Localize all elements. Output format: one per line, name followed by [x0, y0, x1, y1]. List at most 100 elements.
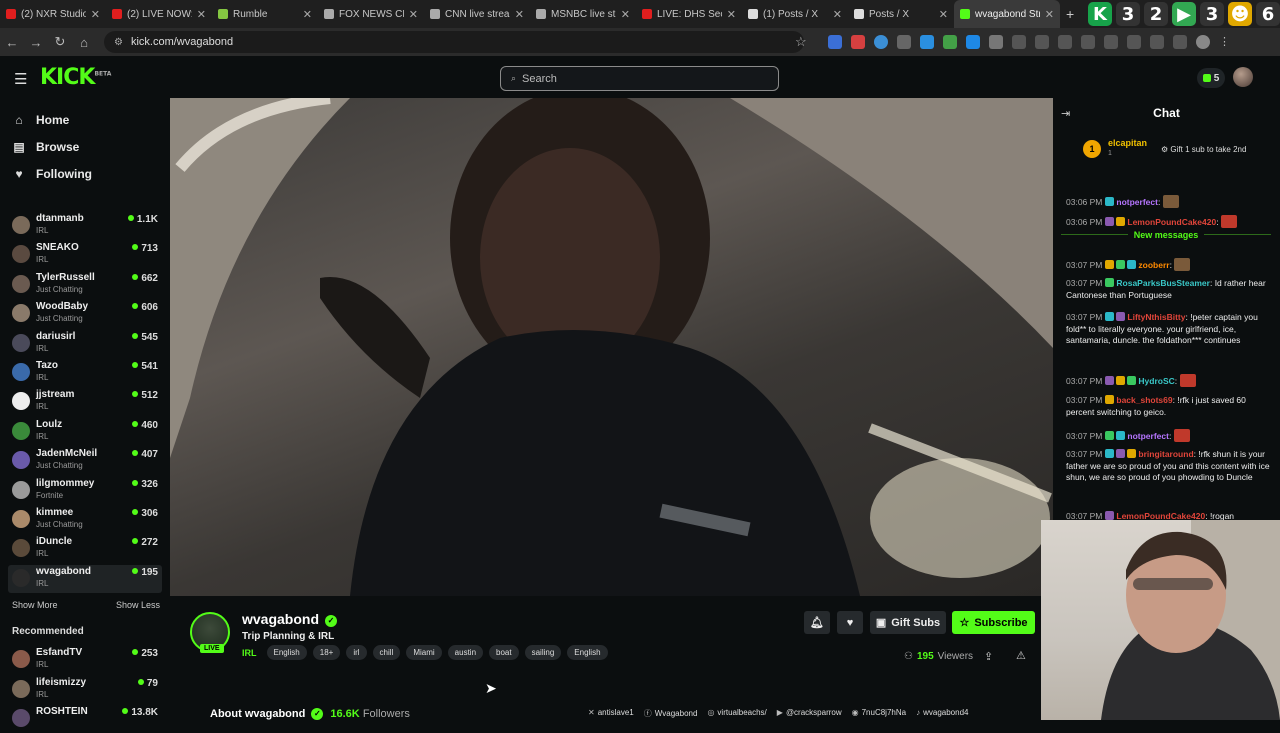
- profile-icon[interactable]: [1196, 35, 1210, 49]
- extension-icon[interactable]: [1012, 35, 1026, 49]
- browser-tab[interactable]: (1) Posts / X ✕: [742, 0, 848, 28]
- extension-icon[interactable]: [897, 35, 911, 49]
- tab-close-icon[interactable]: ✕: [515, 8, 524, 21]
- share-icon[interactable]: ⇪: [984, 650, 993, 663]
- nav-home[interactable]: ⌂ Home: [12, 113, 69, 127]
- tab-close-icon[interactable]: ✕: [1045, 8, 1054, 21]
- sidebar-channel-item[interactable]: jjstream IRL 512: [8, 388, 162, 416]
- chat-username[interactable]: back_shots69: [1116, 395, 1172, 405]
- sidebar-channel-item[interactable]: JadenMcNeil Just Chatting 407: [8, 447, 162, 475]
- browser-tab[interactable]: wvagabond Stre ✕: [954, 0, 1060, 28]
- browser-tab[interactable]: MSNBC live stre ✕: [530, 0, 636, 28]
- show-less-button[interactable]: Show Less: [116, 600, 160, 610]
- tab-close-icon[interactable]: ✕: [621, 8, 630, 21]
- sidebar-channel-item[interactable]: WoodBaby Just Chatting 606: [8, 300, 162, 328]
- sidebar-channel-item[interactable]: TylerRussell Just Chatting 662: [8, 271, 162, 299]
- browser-tab[interactable]: FOX NEWS CHA ✕: [318, 0, 424, 28]
- sidebar-channel-item[interactable]: Tazo IRL 541: [8, 359, 162, 387]
- sidebar-channel-item[interactable]: kimmee Just Chatting 306: [8, 506, 162, 534]
- forward-icon[interactable]: →: [24, 35, 48, 50]
- chat-username[interactable]: LemonPoundCake420: [1116, 511, 1205, 520]
- browser-tab[interactable]: (2) NXR Studios ✕: [0, 0, 106, 28]
- extension-counter-3[interactable]: 3: [1200, 2, 1224, 26]
- social-link[interactable]: ⓕ Wvagabond: [644, 708, 698, 719]
- sidebar-channel-item[interactable]: iDuncle IRL 272: [8, 535, 162, 563]
- chat-username[interactable]: zooberr: [1138, 260, 1169, 270]
- kicks-badge[interactable]: 5: [1197, 68, 1225, 88]
- chat-username[interactable]: HydroSC: [1138, 376, 1174, 386]
- site-info-icon[interactable]: ⚙: [114, 37, 123, 48]
- chat-username[interactable]: LemonPoundCake420: [1127, 217, 1216, 227]
- stream-tag[interactable]: English: [266, 645, 307, 660]
- kick-logo[interactable]: KICKBETA: [40, 65, 111, 90]
- stream-tag[interactable]: austin: [447, 645, 484, 660]
- tab-close-icon[interactable]: ✕: [727, 8, 736, 21]
- extension-icon[interactable]: [966, 35, 980, 49]
- gift-subs-button[interactable]: ▣ Gift Subs: [870, 611, 946, 634]
- user-avatar[interactable]: [1233, 67, 1253, 87]
- chat-username[interactable]: bringitaround: [1138, 449, 1193, 459]
- follow-button[interactable]: ♥: [837, 611, 863, 634]
- sidebar-channel-item[interactable]: EsfandTV IRL 253: [8, 646, 162, 674]
- extension-icon[interactable]: [828, 35, 842, 49]
- stream-tag[interactable]: sailing: [524, 645, 562, 660]
- sidebar-channel-item[interactable]: dariusirl IRL 545: [8, 330, 162, 358]
- reload-icon[interactable]: ↻: [48, 34, 72, 50]
- extension-icon[interactable]: [1104, 35, 1118, 49]
- stream-tag[interactable]: irl: [346, 645, 367, 660]
- stream-category[interactable]: IRL: [242, 648, 257, 658]
- sidebar-channel-item[interactable]: wvagabond IRL 195: [8, 564, 162, 593]
- chat-username[interactable]: LiftyNthisBitty: [1127, 312, 1185, 322]
- extension-icon[interactable]: [920, 35, 934, 49]
- extension-counter-2[interactable]: 2: [1144, 2, 1168, 26]
- stream-tag[interactable]: chill: [372, 645, 401, 660]
- social-link[interactable]: ▶ @cracksparrow: [777, 708, 842, 719]
- url-input[interactable]: ⚙ kick.com/wvagabond: [104, 31, 804, 53]
- extension-icon[interactable]: [943, 35, 957, 49]
- tab-close-icon[interactable]: ✕: [197, 8, 206, 21]
- sidebar-channel-item[interactable]: ROSHTEIN 13.8K: [8, 705, 162, 733]
- extension-icon[interactable]: [1035, 35, 1049, 49]
- tab-close-icon[interactable]: ✕: [833, 8, 842, 21]
- home-browser-icon[interactable]: ⌂: [72, 35, 96, 50]
- sidebar-channel-item[interactable]: dtanmanb IRL 1.1K: [8, 212, 162, 240]
- tab-close-icon[interactable]: ✕: [303, 8, 312, 21]
- extension-icon[interactable]: [874, 35, 888, 49]
- social-link[interactable]: ✕ antislave1: [588, 708, 634, 719]
- extension-face-icon[interactable]: ☻: [1228, 2, 1252, 26]
- stream-tag[interactable]: boat: [489, 645, 519, 660]
- extension-icon[interactable]: [989, 35, 1003, 49]
- extension-icon[interactable]: [851, 35, 865, 49]
- browser-tab[interactable]: LIVE: DHS Secre ✕: [636, 0, 742, 28]
- extension-k-icon[interactable]: K: [1088, 2, 1112, 26]
- browser-tab[interactable]: Rumble ✕: [212, 0, 318, 28]
- social-link[interactable]: ♪ wvagabond4: [916, 708, 968, 719]
- leaderboard-user[interactable]: elcapitan: [1108, 138, 1147, 148]
- extension-counter-4[interactable]: 6: [1256, 2, 1280, 26]
- sidebar-channel-item[interactable]: lifeismizzy IRL 79: [8, 676, 162, 704]
- stream-tag[interactable]: English: [567, 645, 608, 660]
- search-input[interactable]: ⌕ Search: [500, 66, 779, 91]
- nav-browse[interactable]: ▤ Browse: [12, 140, 79, 154]
- video-player[interactable]: [170, 98, 1053, 596]
- chat-username[interactable]: notperfect: [1127, 431, 1169, 441]
- chat-username[interactable]: RosaParksBusSteamer: [1116, 278, 1210, 288]
- show-more-button[interactable]: Show More: [12, 600, 58, 610]
- extension-icon[interactable]: [1173, 35, 1187, 49]
- extension-icon[interactable]: [1127, 35, 1141, 49]
- new-tab-icon[interactable]: +: [1060, 6, 1080, 22]
- browser-tab[interactable]: CNN live stream ✕: [424, 0, 530, 28]
- menu-icon[interactable]: ☰: [14, 70, 27, 88]
- subscribe-button[interactable]: ☆ Subscribe: [952, 611, 1035, 634]
- sidebar-channel-item[interactable]: lilgmommey Fortnite 326: [8, 477, 162, 505]
- extension-icon[interactable]: [1058, 35, 1072, 49]
- extension-icon[interactable]: [1081, 35, 1095, 49]
- tab-close-icon[interactable]: ✕: [409, 8, 418, 21]
- extension-icon[interactable]: [1150, 35, 1164, 49]
- tab-close-icon[interactable]: ✕: [939, 8, 948, 21]
- streamer-name[interactable]: wvagabond ✓: [242, 611, 338, 627]
- back-icon[interactable]: ←: [0, 35, 24, 50]
- sidebar-channel-item[interactable]: Loulz IRL 460: [8, 418, 162, 446]
- notification-bell-button[interactable]: 🔔︎: [804, 611, 830, 634]
- stream-tag[interactable]: 18+: [312, 645, 341, 660]
